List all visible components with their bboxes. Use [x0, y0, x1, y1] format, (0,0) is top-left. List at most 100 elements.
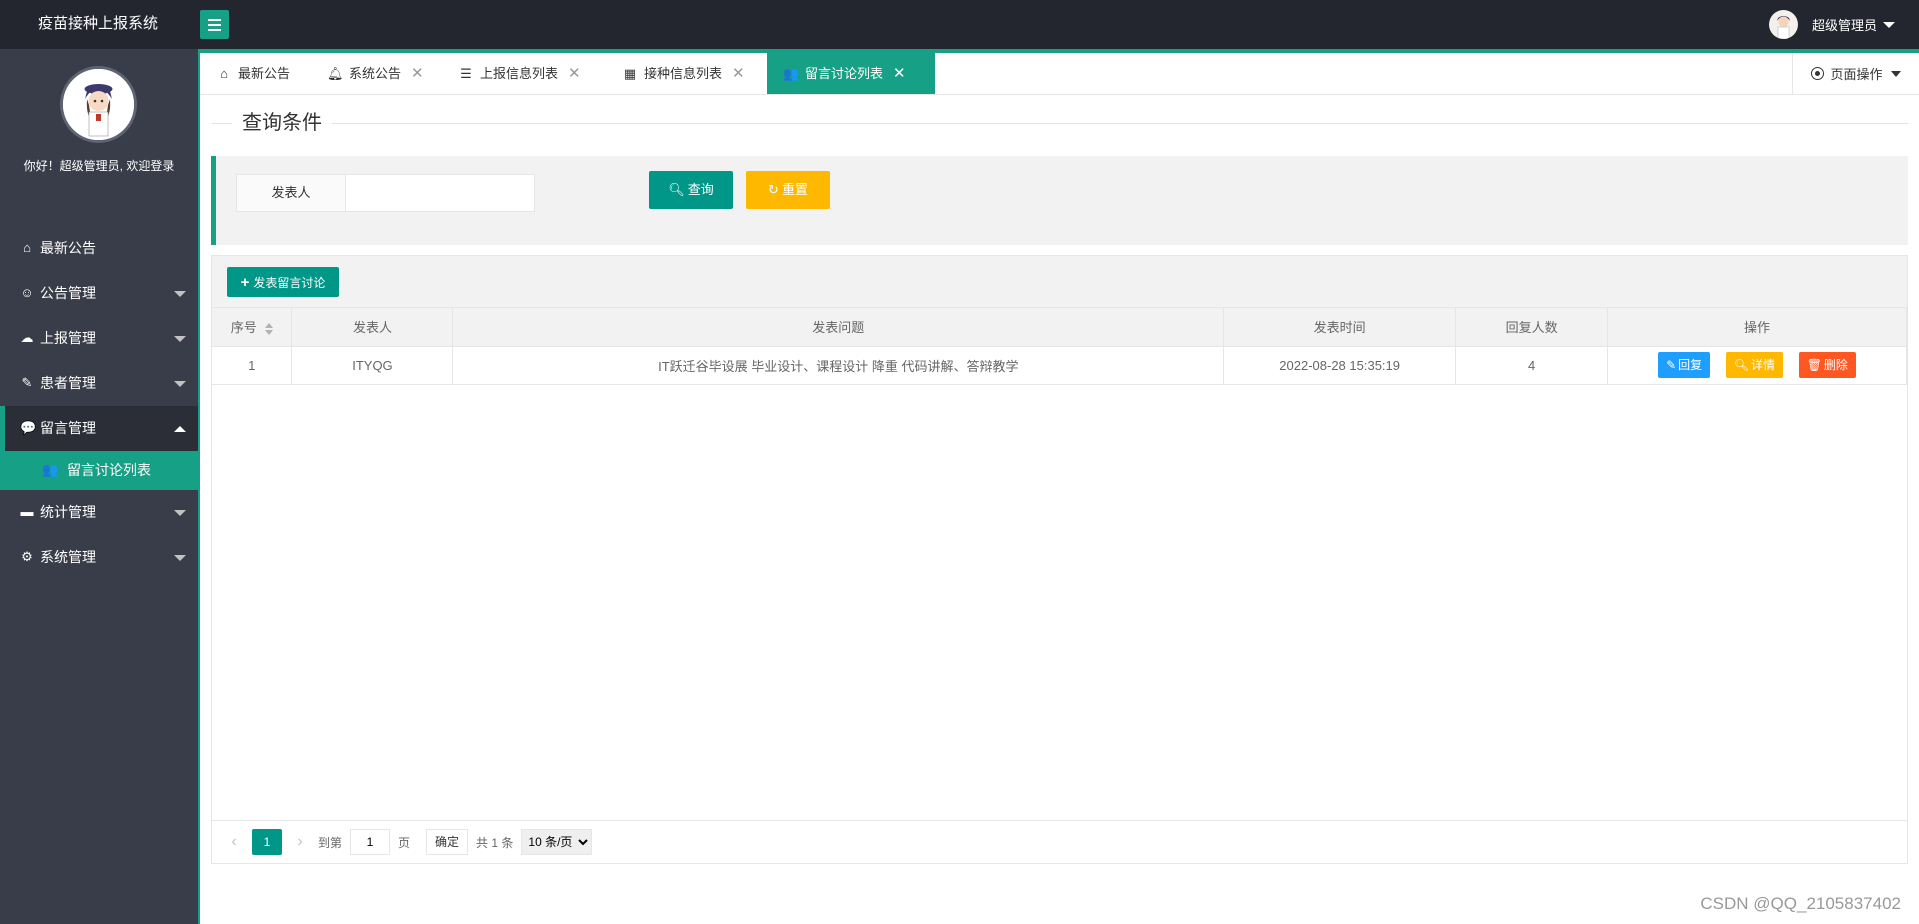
close-icon[interactable]: ✕ [411, 53, 424, 94]
users-icon: 👥 [42, 462, 59, 477]
caret-down-icon [174, 381, 186, 387]
sidebar-item-label: 公告管理 [40, 285, 96, 301]
home-icon: ⌂ [220, 66, 228, 81]
profile-avatar [60, 66, 137, 143]
cell-author: ITYQG [291, 346, 454, 385]
message-table: 序号 发表人 发表问题 发表时间 回复人数 操作 1 ITYQG IT跃迁谷毕设… [212, 308, 1907, 385]
table-row: 1 ITYQG IT跃迁谷毕设展 毕业设计、课程设计 降重 代码讲解、答辩教学 … [212, 346, 1907, 385]
gear-icon: ⚙ [21, 549, 33, 564]
delete-button[interactable]: 🗑︎ 删除 [1798, 352, 1856, 378]
column-header-question: 发表问题 [452, 308, 1225, 347]
sidebar-item-label: 留言管理 [40, 420, 96, 436]
sidebar-item-message-management[interactable]: 💬 留言管理 [0, 406, 198, 451]
page-operations-dropdown[interactable]: 页面操作 [1792, 53, 1919, 94]
reply-button[interactable]: ✎ 回复 [1658, 352, 1711, 378]
search-icon: 🔍︎ [1733, 358, 1750, 372]
search-button[interactable]: 🔍︎ 查询 [649, 171, 733, 209]
caret-down-icon [174, 336, 186, 342]
sidebar-item-system-management[interactable]: ⚙ 系统管理 [0, 535, 198, 580]
sidebar-item-latest-notice[interactable]: ⌂ 最新公告 [0, 226, 198, 271]
data-table-panel: + 发表留言讨论 序号 发表人 发表问题 发表时间 回复人数 操作 1 ITYQ… [211, 255, 1908, 864]
tab-bar: ⌂ 最新公告 🔔︎ 系统公告 ✕ ☰ 上报信息列表 ✕ ▦ 接种信息列表 ✕ 👥… [200, 53, 1919, 95]
table-toolbar: + 发表留言讨论 [212, 256, 1907, 308]
sidebar-item-statistics-management[interactable]: ▬ 统计管理 [0, 490, 198, 535]
page-size-select[interactable]: 10 条/页 [521, 829, 593, 855]
watermark: CSDN @QQ_2105837402 [1700, 894, 1901, 913]
chat-icon: 💬 [20, 420, 37, 435]
page-suffix: 页 [398, 835, 411, 850]
sidebar-item-notice-management[interactable]: ☺ 公告管理 [0, 271, 198, 316]
caret-down-icon [174, 510, 186, 516]
refresh-icon: ↻ [768, 182, 779, 197]
search-button-label: 查询 [687, 182, 714, 197]
close-icon[interactable]: ✕ [893, 53, 906, 94]
top-header: 疫苗接种上报系统 超级管理员 [0, 0, 1919, 49]
sidebar: 你好！超级管理员, 欢迎登录 ⌂ 最新公告 ☺ 公告管理 ☁ 上报管理 ✎ 患者… [0, 49, 200, 924]
plus-icon: + [240, 273, 250, 291]
trash-icon: 🗑︎ [1806, 358, 1822, 372]
sidebar-item-label: 最新公告 [40, 240, 96, 256]
page-operations-label: 页面操作 [1830, 67, 1883, 82]
goto-label: 到第 [318, 835, 343, 850]
app-title: 疫苗接种上报系统 [38, 15, 159, 32]
user-name: 超级管理员 [1811, 18, 1877, 33]
detail-button[interactable]: 🔍︎ 详情 [1725, 352, 1784, 378]
sidebar-subitem-message-list[interactable]: 👥 留言讨论列表 [0, 451, 198, 490]
tab-vaccination-list[interactable]: ▦ 接种信息列表 ✕ [622, 53, 745, 94]
tab-label: 接种信息列表 [644, 66, 723, 81]
total-count: 共 1 条 [476, 835, 514, 850]
users-icon: 👥 [783, 66, 800, 81]
cell-actions: ✎ 回复 🔍︎ 详情 🗑︎ 删除 [1607, 346, 1907, 385]
tab-latest-notice[interactable]: ⌂ 最新公告 [216, 53, 290, 94]
fieldset-divider [212, 123, 1908, 124]
goto-confirm-button[interactable]: 确定 [426, 829, 469, 855]
cell-index: 1 [212, 346, 293, 385]
table-icon: ▦ [623, 66, 637, 81]
tab-report-list[interactable]: ☰ 上报信息列表 ✕ [458, 53, 581, 94]
tab-label: 上报信息列表 [480, 66, 559, 81]
avatar [1768, 10, 1798, 39]
smile-icon: ☺ [20, 285, 34, 300]
current-page[interactable]: 1 [252, 829, 282, 855]
column-header-index[interactable]: 序号 [212, 308, 293, 347]
add-message-label: 发表留言讨论 [253, 275, 326, 290]
sidebar-nav: ⌂ 最新公告 ☺ 公告管理 ☁ 上报管理 ✎ 患者管理 💬 留言管理 👥 留言讨… [0, 226, 198, 580]
reset-button[interactable]: ↻ 重置 [746, 171, 830, 209]
sidebar-item-label: 统计管理 [40, 504, 96, 520]
tab-label: 最新公告 [238, 66, 291, 81]
sidebar-item-report-management[interactable]: ☁ 上报管理 [0, 316, 198, 361]
tab-message-list[interactable]: 👥 留言讨论列表 ✕ [767, 53, 935, 94]
sidebar-item-patient-management[interactable]: ✎ 患者管理 [0, 361, 198, 406]
screen-icon: ▬ [20, 504, 34, 519]
cell-replies: 4 [1455, 346, 1609, 385]
hamburger-icon [208, 19, 221, 21]
query-form: 发表人 🔍︎ 查询 ↻ 重置 [211, 156, 1908, 245]
column-header-replies: 回复人数 [1455, 308, 1609, 347]
sidebar-item-label: 上报管理 [40, 330, 96, 346]
caret-down-icon [174, 291, 186, 297]
reset-button-label: 重置 [781, 182, 808, 197]
tab-label: 系统公告 [349, 66, 402, 81]
user-menu[interactable]: 超级管理员 [1768, 10, 1895, 39]
menu-toggle-button[interactable] [200, 10, 229, 39]
author-label: 发表人 [236, 174, 346, 212]
list-icon: ☰ [460, 66, 472, 81]
caret-up-icon [174, 426, 186, 432]
goto-page-input[interactable] [350, 829, 391, 855]
sort-icon[interactable] [264, 322, 273, 335]
edit-icon: ✎ [21, 375, 33, 390]
table-header-row: 序号 发表人 发表问题 发表时间 回复人数 操作 [212, 308, 1907, 347]
pencil-icon: ✎ [1666, 358, 1677, 372]
home-icon: ⌂ [23, 240, 31, 255]
column-header-actions: 操作 [1607, 308, 1907, 347]
next-page-icon[interactable]: › [290, 833, 310, 851]
sidebar-item-label: 患者管理 [40, 375, 96, 391]
caret-down-icon [1883, 21, 1895, 28]
close-icon[interactable]: ✕ [732, 53, 745, 94]
prev-page-icon[interactable]: ‹ [224, 833, 244, 851]
close-icon[interactable]: ✕ [568, 53, 581, 94]
author-input[interactable] [345, 174, 535, 212]
query-section-title: 查询条件 [232, 110, 332, 136]
tab-system-notice[interactable]: 🔔︎ 系统公告 ✕ [327, 53, 424, 94]
add-message-button[interactable]: + 发表留言讨论 [227, 267, 339, 297]
